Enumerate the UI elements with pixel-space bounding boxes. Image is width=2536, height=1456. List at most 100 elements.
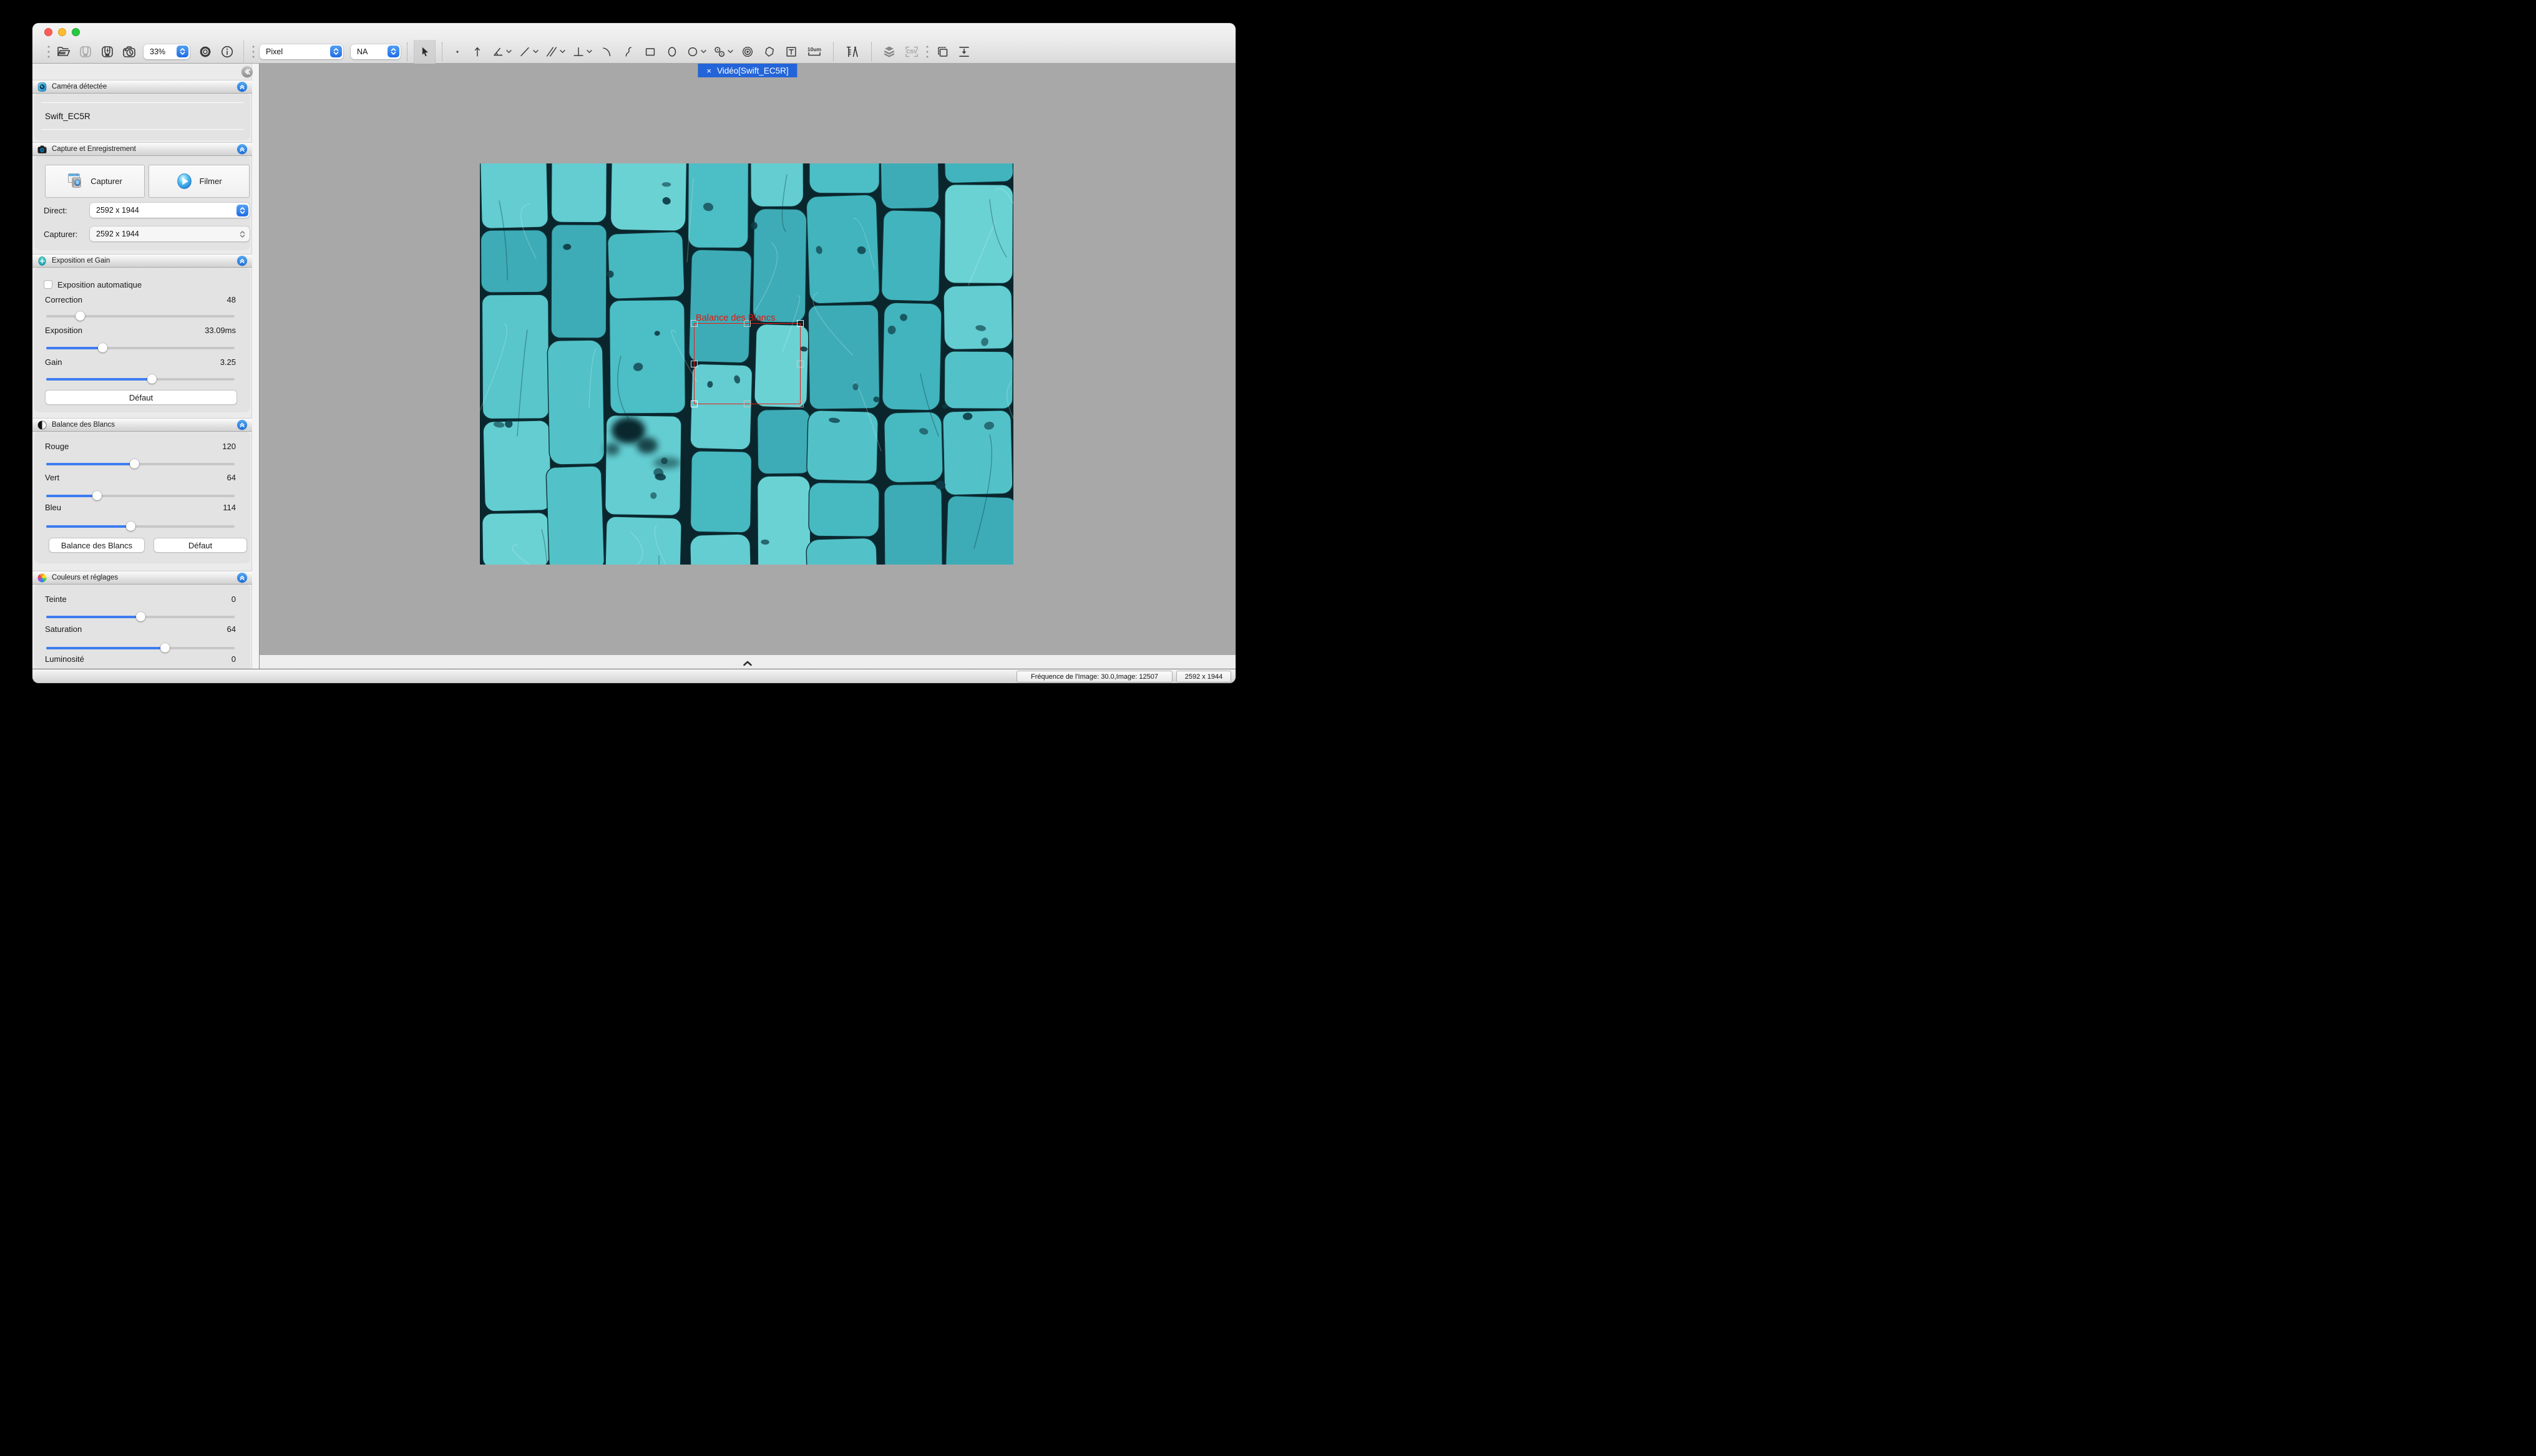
arc-tool[interactable] bbox=[595, 40, 617, 64]
text-tool[interactable] bbox=[780, 40, 802, 64]
slider-thumb[interactable] bbox=[92, 491, 102, 500]
cursor-tool-selected[interactable] bbox=[414, 40, 436, 64]
scale-bar-tool[interactable]: 10um bbox=[802, 40, 827, 64]
line-tool[interactable] bbox=[515, 45, 542, 59]
slider-thumb[interactable] bbox=[76, 311, 85, 321]
timed-capture-button[interactable] bbox=[118, 40, 140, 64]
capture-resolution-stepper[interactable] bbox=[237, 228, 248, 240]
panel-collapse-button[interactable] bbox=[237, 420, 247, 430]
vert-slider[interactable] bbox=[46, 491, 235, 500]
objective-value: NA bbox=[357, 47, 368, 56]
curve-tool[interactable] bbox=[617, 40, 639, 64]
panel-header-whitebalance: Balance des Blancs bbox=[32, 418, 252, 432]
whitebalance-default-button[interactable]: Défaut bbox=[154, 538, 247, 553]
point-tool[interactable] bbox=[449, 40, 466, 64]
zoom-select[interactable]: 33% bbox=[144, 44, 190, 59]
slider-thumb[interactable] bbox=[147, 374, 157, 384]
quick-save-button[interactable] bbox=[96, 40, 118, 64]
record-video-button[interactable]: Filmer bbox=[149, 165, 250, 198]
vert-label: Vert bbox=[45, 473, 59, 482]
slider-thumb[interactable] bbox=[136, 612, 145, 621]
concentric-circles-icon bbox=[741, 45, 754, 59]
info-button[interactable] bbox=[216, 40, 238, 64]
rectangle-tool[interactable] bbox=[639, 40, 661, 64]
perpendicular-tool[interactable] bbox=[568, 45, 595, 59]
saturation-slider[interactable] bbox=[46, 643, 235, 653]
angle-tool[interactable] bbox=[488, 45, 515, 59]
sidebar-collapse-button[interactable] bbox=[241, 66, 253, 77]
exposition-slider[interactable] bbox=[46, 343, 235, 352]
tab-close-icon[interactable]: × bbox=[706, 66, 711, 75]
save-button[interactable] bbox=[74, 40, 96, 64]
live-video-view[interactable]: Balance des Blancs bbox=[480, 163, 1013, 565]
panel-collapse-button[interactable] bbox=[237, 144, 247, 154]
bottom-panel-expander[interactable] bbox=[260, 655, 1236, 669]
measure-calibrate-button[interactable] bbox=[840, 40, 865, 64]
app-window: 33% Pixel NA bbox=[32, 23, 1236, 683]
exposure-default-button[interactable]: Défaut bbox=[45, 390, 237, 405]
gain-slider[interactable] bbox=[46, 374, 235, 384]
roi-handle-w[interactable] bbox=[691, 361, 698, 367]
unit-select[interactable]: Pixel bbox=[260, 44, 343, 59]
zoom-window-button[interactable] bbox=[72, 28, 80, 36]
csv-export-button[interactable]: CSV bbox=[900, 40, 924, 64]
capture-resolution-select[interactable]: 2592 x 1944 bbox=[90, 226, 250, 241]
parallel-lines-tool[interactable] bbox=[542, 45, 568, 59]
slider-thumb[interactable] bbox=[160, 643, 170, 653]
white-balance-button[interactable]: Balance des Blancs bbox=[49, 538, 145, 553]
rouge-slider[interactable] bbox=[46, 459, 235, 468]
rouge-value: 120 bbox=[222, 442, 236, 451]
teinte-slider[interactable] bbox=[46, 612, 235, 621]
polygon-tool[interactable] bbox=[758, 40, 780, 64]
arrow-tool[interactable] bbox=[466, 40, 488, 64]
white-balance-roi[interactable] bbox=[694, 323, 801, 404]
bleu-slider[interactable] bbox=[46, 522, 235, 531]
correction-row: Correction 48 bbox=[45, 295, 236, 304]
objective-stepper[interactable] bbox=[388, 46, 399, 57]
duplicate-icon bbox=[935, 44, 950, 59]
saturation-label: Saturation bbox=[45, 624, 82, 634]
rouge-row: Rouge 120 bbox=[45, 442, 236, 451]
capture-photo-button[interactable]: Capturer bbox=[45, 165, 145, 198]
direct-resolution-stepper[interactable] bbox=[237, 205, 248, 216]
slider-thumb[interactable] bbox=[126, 522, 135, 531]
close-window-button[interactable] bbox=[44, 28, 52, 36]
color-wheel-icon bbox=[37, 573, 47, 583]
direct-resolution-select[interactable]: 2592 x 1944 bbox=[90, 203, 250, 218]
vert-value: 64 bbox=[227, 473, 236, 482]
panel-title: Balance des Blancs bbox=[52, 421, 237, 429]
chevron-down-icon bbox=[560, 49, 565, 54]
roi-handle-sw[interactable] bbox=[691, 400, 698, 407]
panel-title: Exposition et Gain bbox=[52, 257, 237, 265]
video-tab[interactable]: × Vidéo[Swift_EC5R] bbox=[698, 64, 797, 77]
slider-thumb[interactable] bbox=[98, 343, 107, 352]
settings-button[interactable] bbox=[194, 40, 216, 64]
auto-exposure-checkbox[interactable] bbox=[44, 280, 52, 289]
chevron-down-icon bbox=[728, 49, 733, 54]
roi-handle-e[interactable] bbox=[797, 361, 804, 367]
duplicate-button[interactable] bbox=[931, 40, 953, 64]
exposition-value: 33.09ms bbox=[205, 326, 236, 335]
zoom-stepper[interactable] bbox=[177, 46, 188, 57]
camera-device-item[interactable]: Swift_EC5R bbox=[41, 102, 243, 130]
unit-stepper[interactable] bbox=[330, 46, 342, 57]
roi-handle-ne[interactable] bbox=[797, 320, 804, 327]
panel-collapse-button[interactable] bbox=[237, 256, 247, 266]
export-merge-button[interactable] bbox=[953, 40, 975, 64]
panel-collapse-button[interactable] bbox=[237, 82, 247, 92]
concentric-circles-tool[interactable] bbox=[736, 40, 758, 64]
open-file-button[interactable] bbox=[52, 40, 74, 64]
roi-handle-se[interactable] bbox=[797, 400, 804, 407]
ellipse-tool[interactable] bbox=[661, 40, 683, 64]
circle-tool[interactable] bbox=[683, 45, 710, 59]
roi-handle-s[interactable] bbox=[744, 400, 751, 407]
slider-thumb[interactable] bbox=[130, 459, 139, 468]
objective-select[interactable]: NA bbox=[351, 44, 401, 59]
sidebar-scrollbar-gutter[interactable] bbox=[251, 64, 259, 669]
minimize-window-button[interactable] bbox=[58, 28, 66, 36]
panel-collapse-button[interactable] bbox=[237, 573, 247, 583]
correction-slider[interactable] bbox=[46, 311, 235, 321]
teinte-row: Teinte 0 bbox=[45, 595, 236, 604]
layers-button[interactable] bbox=[878, 40, 900, 64]
linked-circles-tool[interactable] bbox=[710, 45, 736, 59]
